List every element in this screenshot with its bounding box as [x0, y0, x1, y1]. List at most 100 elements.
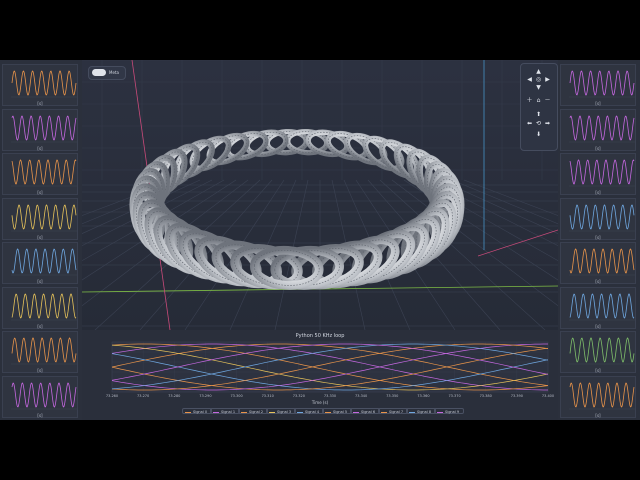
legend-label: Signal 3	[277, 410, 292, 414]
legend-label: Signal 7	[389, 410, 404, 414]
3d-scene-canvas	[82, 60, 558, 330]
mini-chart-x-label: [s]	[37, 101, 43, 106]
x-tick-label: 73.370	[448, 394, 461, 398]
timeseries-chart-panel: Python 50 KHz loop 73.260 73.270 73.280 73.…	[82, 330, 558, 420]
mini-waveform	[569, 159, 635, 185]
x-tick-label: 73.270	[137, 394, 150, 398]
left-signal-panel-6[interactable]: [s]	[2, 331, 78, 373]
right-signal-panel-2[interactable]: [s]	[560, 153, 636, 195]
mini-waveform	[11, 292, 77, 319]
legend-item-4[interactable]: Signal 4	[294, 408, 324, 414]
home-icon[interactable]: ⌂	[534, 96, 543, 105]
meta-toggle[interactable]: Meta	[88, 66, 126, 80]
mini-waveform	[569, 203, 635, 230]
mini-chart-x-label: [s]	[595, 145, 601, 151]
legend-swatch	[241, 411, 247, 413]
move-up-icon[interactable]: ⬆	[534, 110, 543, 119]
mini-chart-x-label: [s]	[37, 190, 43, 195]
x-tick-label: 73.390	[510, 394, 523, 398]
legend-label: Signal 6	[361, 410, 376, 414]
left-signal-panel-0[interactable]: [s]	[2, 64, 78, 106]
mini-chart-x-label: [s]	[595, 190, 601, 195]
right-signal-panel-6[interactable]: [s]	[560, 331, 636, 373]
left-signal-panel-7[interactable]: [s]	[2, 375, 78, 418]
x-tick-label: 73.350	[386, 394, 399, 398]
mini-waveform	[569, 292, 635, 319]
left-signal-panel-3[interactable]: [s]	[2, 197, 78, 240]
legend-label: Signal 0	[193, 410, 208, 414]
x-tick-label: 73.400	[541, 394, 555, 398]
x-tick-label: 73.380	[479, 394, 492, 398]
arrow-right-icon[interactable]: ▶	[543, 75, 552, 84]
rotate-icon[interactable]: ⟲	[534, 119, 543, 128]
legend-item-3[interactable]: Signal 3	[266, 408, 296, 414]
chart-x-axis-label: Time (s)	[311, 400, 329, 405]
move-right-icon[interactable]: ➡	[543, 119, 552, 128]
mini-chart-x-label: [s]	[595, 323, 601, 329]
legend-item-5[interactable]: Signal 5	[322, 408, 352, 414]
legend-swatch	[353, 411, 359, 413]
legend-swatch	[297, 411, 303, 413]
mini-chart-x-label: [s]	[37, 279, 43, 284]
legend-item-8[interactable]: Signal 8	[406, 408, 436, 414]
legend-label: Signal 9	[445, 410, 460, 414]
x-tick-label: 73.320	[292, 394, 305, 398]
right-signal-panel-0[interactable]: [s]	[560, 64, 636, 106]
left-signal-panel-4[interactable]: [s]	[2, 242, 78, 284]
mini-waveform	[569, 248, 635, 274]
x-tick-label: 73.290	[199, 394, 212, 398]
mini-chart-x-label: [s]	[595, 101, 601, 106]
left-signal-panel-1[interactable]: [s]	[2, 108, 78, 151]
mini-waveform	[11, 159, 77, 185]
left-signal-panel-column: [s] [s] [s] [s] [s] [s] [s] [s]	[0, 60, 82, 420]
move-left-icon[interactable]: ⬅	[525, 119, 534, 128]
right-signal-panel-3[interactable]: [s]	[560, 197, 636, 240]
toggle-knob[interactable]	[92, 69, 106, 76]
zoom-in-icon[interactable]: ＋	[525, 96, 534, 105]
mini-waveform	[569, 381, 635, 408]
legend-swatch	[409, 411, 415, 413]
mini-waveform	[569, 337, 635, 363]
mini-waveform	[569, 70, 635, 96]
legend-item-6[interactable]: Signal 6	[350, 408, 380, 414]
mini-waveform	[11, 337, 77, 363]
left-signal-panel-2[interactable]: [s]	[2, 153, 78, 195]
legend-item-2[interactable]: Signal 2	[238, 408, 268, 414]
mini-waveform	[11, 248, 77, 274]
left-signal-panel-5[interactable]: [s]	[2, 286, 78, 329]
legend-swatch	[381, 411, 387, 413]
right-signal-panel-4[interactable]: [s]	[560, 242, 636, 284]
legend-swatch	[325, 411, 331, 413]
legend-item-7[interactable]: Signal 7	[378, 408, 408, 414]
mini-waveform	[11, 114, 77, 141]
arrow-down-icon[interactable]: ▼	[534, 83, 543, 92]
legend-swatch	[185, 411, 191, 413]
mini-chart-x-label: [s]	[595, 412, 601, 418]
legend-item-9[interactable]: Signal 9	[434, 408, 464, 414]
x-tick-label: 73.280	[168, 394, 181, 398]
legend-item-1[interactable]: Signal 1	[210, 408, 240, 414]
mini-chart-x-label: [s]	[37, 145, 43, 151]
right-signal-panel-5[interactable]: [s]	[560, 286, 636, 329]
legend-item-0[interactable]: Signal 0	[182, 408, 212, 414]
legend-swatch	[213, 411, 219, 413]
move-down-icon[interactable]: ⬇	[534, 130, 543, 139]
legend-swatch	[269, 411, 275, 413]
chart-legend: Signal 0 Signal 1 Signal 2 Signal 3 Signal 4…	[182, 406, 464, 416]
mini-chart-x-label: [s]	[595, 279, 601, 284]
legend-label: Signal 8	[417, 410, 432, 414]
arrow-left-icon[interactable]: ◀	[525, 75, 534, 84]
x-tick-label: 73.300	[230, 394, 243, 398]
mini-waveform	[11, 381, 77, 408]
right-signal-panel-7[interactable]: [s]	[560, 375, 636, 418]
right-signal-panel-column: [s] [s] [s] [s] [s] [s] [s] [s]	[558, 60, 640, 420]
mini-waveform	[11, 70, 77, 96]
zoom-out-icon[interactable]: －	[543, 96, 552, 105]
mini-chart-x-label: [s]	[37, 412, 43, 418]
right-signal-panel-1[interactable]: [s]	[560, 108, 636, 151]
3d-scene-viewport[interactable]: Meta ▲ ◀ ◎ ▶ ▼ ＋ ⌂ － ⬆ ⬅ ⟲ ➡ ⬇	[82, 60, 558, 330]
mini-chart-x-label: [s]	[595, 368, 601, 373]
toggle-label: Meta	[109, 70, 119, 75]
legend-label: Signal 2	[249, 410, 264, 414]
x-tick-label: 73.360	[417, 394, 430, 398]
